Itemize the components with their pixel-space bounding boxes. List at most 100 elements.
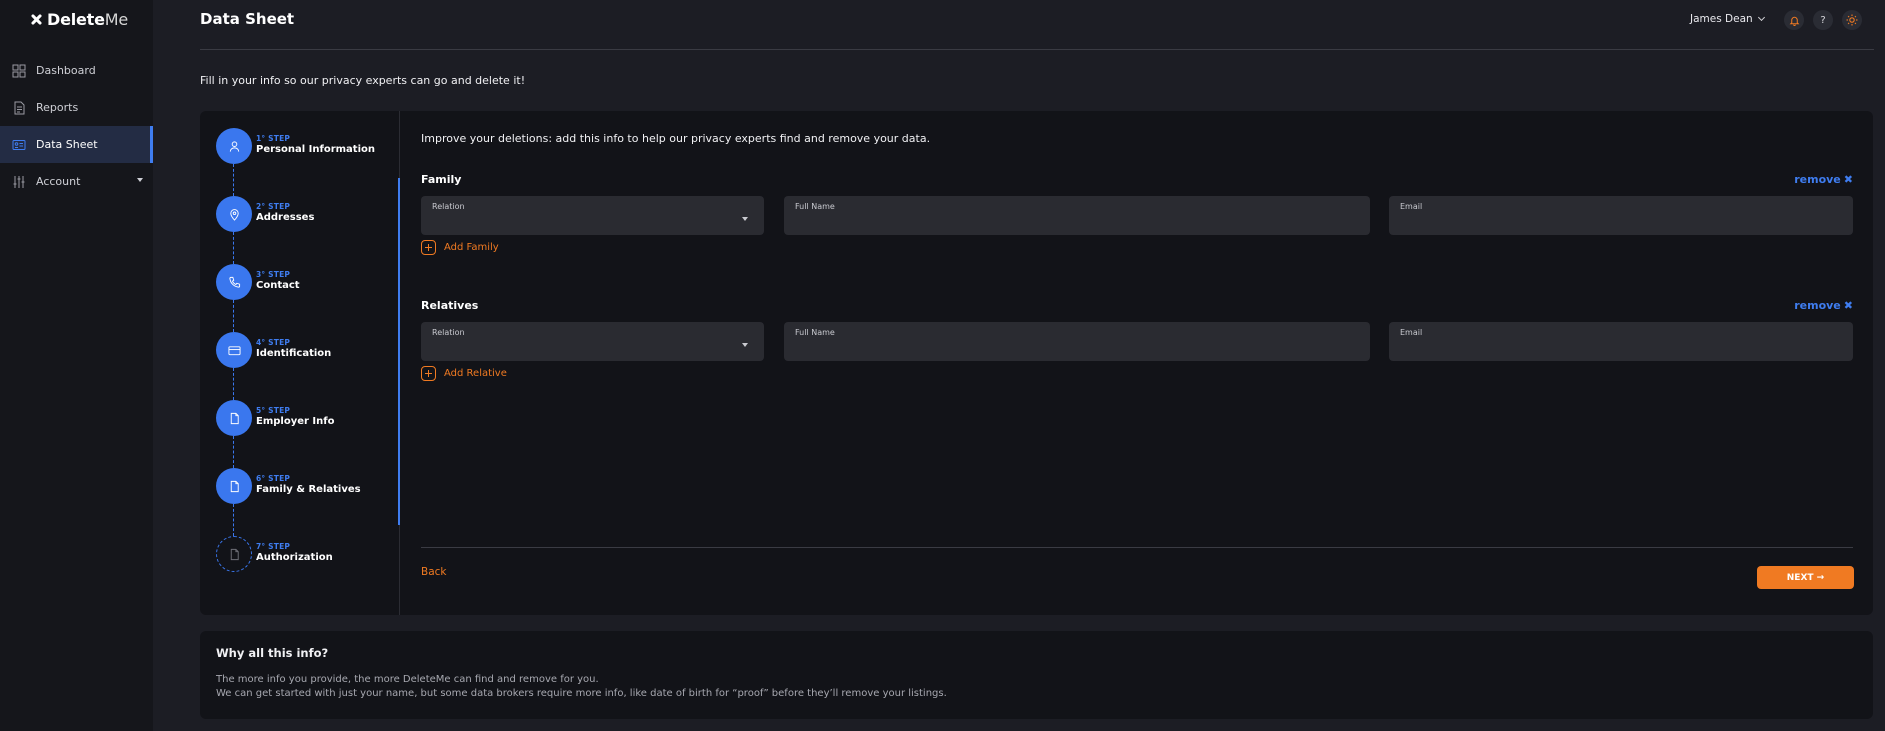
step-number: 3° STEP — [256, 270, 291, 279]
step-personal-information[interactable]: 1° STEP Personal Information — [216, 128, 396, 164]
field-label: Email — [1400, 328, 1423, 337]
step-number: 1° STEP — [256, 134, 291, 143]
phone-icon — [216, 264, 252, 300]
chevron-down-icon[interactable] — [137, 178, 143, 182]
step-number: 6° STEP — [256, 474, 291, 483]
form-intro: Improve your deletions: add this info to… — [421, 132, 931, 145]
page-title: Data Sheet — [200, 10, 295, 28]
stepper: 1° STEP Personal Information 2° STEP Add… — [200, 111, 400, 615]
sidebar-nav: Dashboard Reports Data Sheet Account — [0, 52, 153, 200]
step-label: Addresses — [256, 212, 315, 223]
step-label: Authorization — [256, 552, 333, 563]
bell-icon — [1789, 16, 1799, 26]
relatives-full-name-field[interactable]: Full Name — [784, 322, 1370, 361]
sidebar-item-label: Account — [36, 175, 81, 188]
step-family-relatives[interactable]: 6° STEP Family & Relatives — [216, 468, 396, 504]
data-sheet-card: 1° STEP Personal Information 2° STEP Add… — [200, 111, 1873, 615]
arrow-right-icon: → — [1816, 572, 1825, 583]
sidebar-item-label: Data Sheet — [36, 138, 98, 151]
step-addresses[interactable]: 2° STEP Addresses — [216, 196, 396, 232]
why-text-line: The more info you provide, the more Dele… — [216, 674, 599, 685]
sidebar-item-reports[interactable]: Reports — [0, 89, 153, 126]
close-icon: ✖ — [1843, 299, 1853, 312]
sidebar-item-label: Dashboard — [36, 64, 96, 77]
logo-x-icon — [30, 13, 43, 26]
field-label: Full Name — [795, 328, 835, 337]
step-label: Identification — [256, 348, 332, 359]
step-identification[interactable]: 4° STEP Identification — [216, 332, 396, 368]
sidebar-item-data-sheet[interactable]: Data Sheet — [0, 126, 153, 163]
step-connector — [233, 436, 234, 468]
step-connector — [233, 232, 234, 264]
step-label: Personal Information — [256, 144, 375, 155]
family-relation-select[interactable]: Relation — [421, 196, 764, 235]
document-icon — [12, 101, 26, 115]
field-label: Relation — [432, 202, 465, 211]
back-button[interactable]: Back — [421, 566, 447, 578]
theme-toggle-button[interactable] — [1842, 10, 1862, 30]
map-pin-icon — [216, 196, 252, 232]
family-section-title: Family — [421, 173, 462, 186]
remove-label: remove — [1794, 173, 1841, 186]
plus-icon — [421, 240, 436, 255]
grid-icon — [12, 64, 26, 78]
header-divider — [200, 49, 1874, 50]
sidebar-item-dashboard[interactable]: Dashboard — [0, 52, 153, 89]
family-remove-button[interactable]: remove ✖ — [1794, 173, 1853, 186]
next-button[interactable]: NEXT → — [1757, 566, 1854, 589]
family-email-field[interactable]: Email — [1389, 196, 1853, 235]
notifications-button[interactable] — [1784, 10, 1804, 30]
step-number: 4° STEP — [256, 338, 291, 347]
sliders-icon — [12, 175, 26, 189]
why-info-card: Why all this info? The more info you pro… — [200, 631, 1873, 719]
step-label: Employer Info — [256, 416, 335, 427]
step-progress-indicator — [398, 178, 400, 525]
sun-icon — [1846, 14, 1858, 26]
sidebar-item-label: Reports — [36, 101, 79, 114]
logo-main: Delete — [47, 10, 105, 29]
plus-icon — [421, 366, 436, 381]
chevron-down-icon — [742, 343, 748, 347]
field-label: Relation — [432, 328, 465, 337]
add-label: Add Family — [444, 242, 499, 253]
page-intro: Fill in your info so our privacy experts… — [200, 74, 526, 87]
step-number: 7° STEP — [256, 542, 291, 551]
add-family-button[interactable]: Add Family — [421, 240, 499, 255]
file-icon — [216, 468, 252, 504]
step-employer-info[interactable]: 5° STEP Employer Info — [216, 400, 396, 436]
step-connector — [233, 504, 234, 536]
remove-label: remove — [1794, 299, 1841, 312]
add-label: Add Relative — [444, 368, 507, 379]
user-name: James Dean — [1690, 13, 1753, 25]
step-connector — [233, 300, 234, 332]
why-text-line: We can get started with just your name, … — [216, 688, 947, 699]
user-menu[interactable]: James Dean — [1690, 13, 1765, 25]
step-number: 5° STEP — [256, 406, 291, 415]
why-title: Why all this info? — [216, 646, 329, 660]
help-icon: ? — [1820, 14, 1826, 26]
sidebar-item-account[interactable]: Account — [0, 163, 153, 200]
file-icon — [216, 536, 252, 572]
card-icon — [216, 332, 252, 368]
step-number: 2° STEP — [256, 202, 291, 211]
add-relative-button[interactable]: Add Relative — [421, 366, 507, 381]
family-full-name-field[interactable]: Full Name — [784, 196, 1370, 235]
chevron-down-icon — [1757, 13, 1765, 22]
step-label: Contact — [256, 280, 300, 291]
deleteme-logo[interactable]: DeleteMe — [30, 10, 128, 29]
relatives-email-field[interactable]: Email — [1389, 322, 1853, 361]
id-card-icon — [12, 138, 26, 152]
step-authorization[interactable]: 7° STEP Authorization — [216, 536, 396, 572]
relatives-section-title: Relatives — [421, 299, 479, 312]
field-label: Email — [1400, 202, 1423, 211]
help-button[interactable]: ? — [1813, 10, 1833, 30]
field-label: Full Name — [795, 202, 835, 211]
relatives-relation-select[interactable]: Relation — [421, 322, 764, 361]
step-label: Family & Relatives — [256, 484, 361, 495]
file-icon — [216, 400, 252, 436]
step-connector — [233, 164, 234, 196]
step-connector — [233, 368, 234, 400]
step-contact[interactable]: 3° STEP Contact — [216, 264, 396, 300]
sidebar: DeleteMe Dashboard Reports Data Sheet Ac… — [0, 0, 153, 731]
relatives-remove-button[interactable]: remove ✖ — [1794, 299, 1853, 312]
